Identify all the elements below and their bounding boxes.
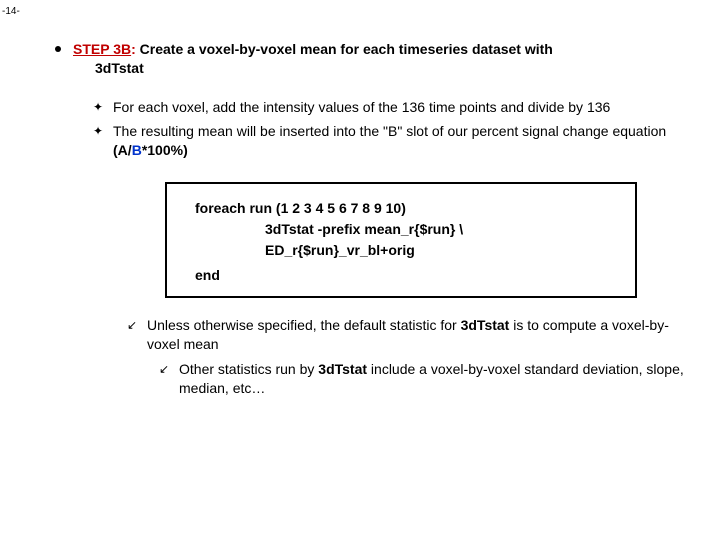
slide-body: STEP 3B: Create a voxel-by-voxel mean fo… (55, 40, 700, 404)
code-block: foreach run (1 2 3 4 5 6 7 8 9 10) 3dTst… (165, 182, 637, 298)
page-number: -14- (2, 6, 20, 17)
notes-2: ↙ Other statistics run by 3dTstat includ… (159, 360, 700, 398)
bullet-icon (55, 46, 61, 52)
note-2b: 3dTstat (318, 361, 367, 377)
step-program: 3dTstat (95, 60, 700, 76)
list-item: ✦ For each voxel, add the intensity valu… (93, 98, 700, 117)
step-heading: STEP 3B: Create a voxel-by-voxel mean fo… (73, 40, 553, 60)
diamond-icon: ✦ (93, 99, 107, 115)
eq-b: B (132, 142, 142, 158)
note-2-text: Other statistics run by 3dTstat include … (179, 360, 700, 398)
code-line-4: end (195, 265, 625, 286)
diamond-icon: ✦ (93, 123, 107, 139)
step-row: STEP 3B: Create a voxel-by-voxel mean fo… (55, 40, 700, 60)
code-line-1: foreach run (1 2 3 4 5 6 7 8 9 10) (195, 198, 625, 219)
eq-rest: *100%) (142, 142, 188, 158)
arrow-icon: ↙ (127, 317, 141, 333)
sub-text-2: The resulting mean will be inserted into… (113, 122, 700, 160)
code-line-3: ED_r{$run}_vr_bl+orig (195, 240, 625, 261)
list-item: ✦ The resulting mean will be inserted in… (93, 122, 700, 160)
note-2a: Other statistics run by (179, 361, 318, 377)
sub-list: ✦ For each voxel, add the intensity valu… (93, 98, 700, 161)
eq-a: A (118, 142, 128, 158)
sub-text-1: For each voxel, add the intensity values… (113, 98, 700, 117)
sub-text-2a: The resulting mean will be inserted into… (113, 123, 666, 139)
notes-1: ↙ Unless otherwise specified, the defaul… (127, 316, 700, 354)
arrow-icon: ↙ (159, 361, 173, 377)
step-colon: : (131, 41, 140, 57)
step-label: STEP 3B (73, 41, 131, 57)
note-1a: Unless otherwise specified, the default … (147, 317, 461, 333)
code-line-2: 3dTstat -prefix mean_r{$run} \ (195, 219, 625, 240)
list-item: ↙ Other statistics run by 3dTstat includ… (159, 360, 700, 398)
note-1b: 3dTstat (461, 317, 510, 333)
step-desc: Create a voxel-by-voxel mean for each ti… (140, 41, 553, 57)
note-1-text: Unless otherwise specified, the default … (147, 316, 700, 354)
list-item: ↙ Unless otherwise specified, the defaul… (127, 316, 700, 354)
